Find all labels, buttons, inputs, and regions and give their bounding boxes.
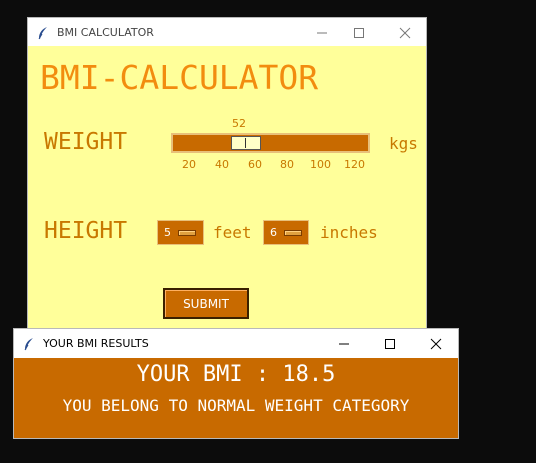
feet-dropdown[interactable]: 5 [157, 220, 204, 245]
inches-value: 6 [270, 226, 277, 239]
dropdown-indicator-icon [284, 229, 302, 236]
close-icon[interactable] [413, 329, 459, 358]
app-title: BMI-CALCULATOR [40, 58, 319, 97]
window-title: YOUR BMI RESULTS [43, 337, 149, 350]
dropdown-indicator-icon [178, 229, 196, 236]
bmi-category-text: YOU BELONG TO NORMAL WEIGHT CATEGORY [62, 396, 410, 415]
weight-label: WEIGHT [44, 129, 128, 155]
feet-value: 5 [164, 226, 171, 239]
weight-current-value: 52 [232, 117, 246, 130]
title-bar[interactable]: YOUR BMI RESULTS [14, 329, 458, 358]
bmi-result-text: YOUR BMI : 18.5 [136, 362, 336, 387]
window-title: BMI CALCULATOR [57, 26, 154, 39]
feather-icon [22, 336, 36, 351]
feather-icon [36, 25, 50, 40]
submit-button[interactable]: SUBMIT [163, 288, 249, 319]
feet-unit: feet [213, 223, 252, 242]
weight-slider[interactable] [171, 133, 370, 153]
height-label: HEIGHT [44, 218, 128, 244]
inches-unit: inches [320, 223, 378, 242]
bmi-results-window: YOUR BMI RESULTS YOUR BMI : 18.5 YOU BEL… [13, 328, 459, 439]
bmi-calculator-window: BMI CALCULATOR BMI-CALCULATOR WEIGHT 52 … [27, 17, 427, 335]
weight-tick: 60 [248, 158, 262, 171]
weight-tick: 120 [344, 158, 365, 171]
close-icon[interactable] [382, 18, 428, 47]
weight-tick: 40 [215, 158, 229, 171]
weight-tick: 80 [280, 158, 294, 171]
weight-tick: 100 [310, 158, 331, 171]
inches-dropdown[interactable]: 6 [263, 220, 309, 245]
minimize-icon[interactable] [321, 329, 367, 358]
weight-slider-handle[interactable] [231, 136, 261, 150]
title-bar[interactable]: BMI CALCULATOR [28, 18, 426, 46]
weight-unit: kgs [389, 134, 418, 153]
maximize-icon[interactable] [336, 18, 382, 47]
weight-tick: 20 [182, 158, 196, 171]
maximize-icon[interactable] [367, 329, 413, 358]
